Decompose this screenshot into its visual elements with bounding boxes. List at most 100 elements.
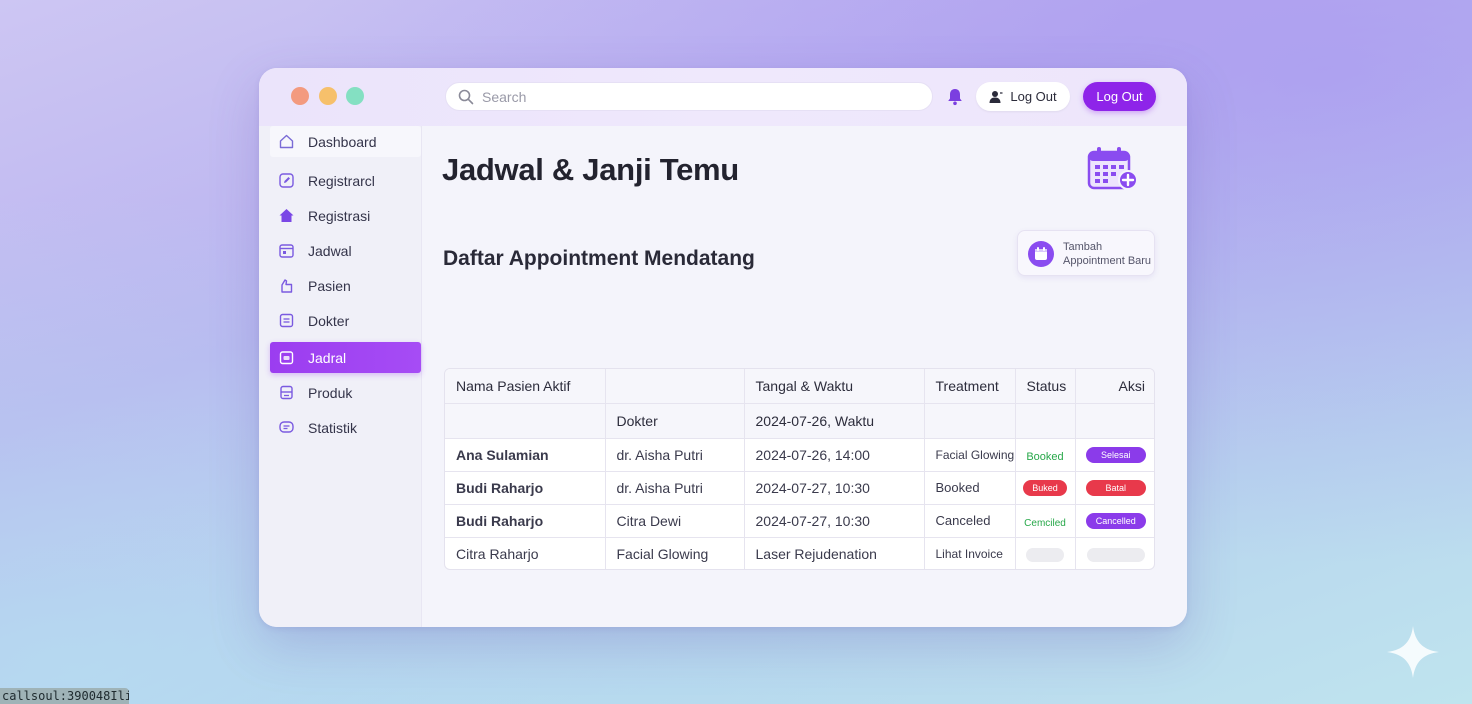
status-cell: Buked (1015, 471, 1076, 505)
action-cell (1075, 537, 1154, 569)
status-cell: Booked (1015, 438, 1076, 472)
subheader-cell (445, 403, 606, 439)
doctor-cell: dr. Aisha Putri (605, 471, 745, 505)
sidebar-item-pasien[interactable]: Pasien (270, 270, 421, 301)
column-header-empty (605, 369, 745, 404)
clipboard-icon (279, 313, 294, 328)
sidebar-item-label: Statistik (308, 419, 358, 436)
sidebar-item-statistik[interactable]: Statistik (270, 412, 421, 443)
sidebar-item-dashboard[interactable]: Dashboard (270, 126, 421, 157)
action-button[interactable]: Selesai (1085, 447, 1146, 464)
treatment-cell: Booked (924, 471, 1016, 505)
sidebar-item-jadral[interactable]: Jadral (270, 342, 421, 373)
doctor-cell: dr. Aisha Putri (605, 438, 745, 472)
sidebar-item-registrasi[interactable]: Registrasi (270, 200, 421, 231)
datetime-cell: Laser Rejudenation (744, 537, 925, 569)
calendar-icon (1028, 241, 1054, 267)
table-header-row: Nama Pasien Aktif Tangal & Waktu Treatme… (445, 369, 1154, 404)
chat-icon (279, 421, 294, 433)
table-row[interactable]: Ana Sulamian dr. Aisha Putri 2024-07-26,… (445, 438, 1154, 472)
sidebar-item-label: Produk (308, 384, 353, 401)
column-header-datetime: Tangal & Waktu (744, 369, 925, 404)
house-fill-icon (279, 209, 294, 222)
sidebar-item-label: Registrarcl (308, 172, 375, 189)
calendar-icon (279, 244, 294, 258)
bell-icon[interactable] (945, 87, 965, 107)
appointments-table: Nama Pasien Aktif Tangal & Waktu Treatme… (444, 368, 1155, 570)
caption-label: callsoul:390048Ilitur (0, 688, 129, 704)
user-icon (989, 90, 1003, 103)
logout-primary-button[interactable]: Log Out (1083, 82, 1156, 111)
sidebar-item-jadwal[interactable]: Jadwal (270, 235, 421, 266)
status-cell: Cemciled (1015, 504, 1076, 538)
sidebar-item-label: Pasien (308, 277, 351, 294)
subheader-cell (924, 403, 1016, 439)
doctor-cell: Citra Dewi (605, 504, 745, 538)
home-icon (279, 134, 294, 149)
app-window: Log Out Log Out Dashboard Registrarcl Re… (259, 68, 1187, 627)
box-icon (280, 385, 293, 400)
patient-name-cell: Budi Raharjo (445, 504, 606, 538)
search-icon (458, 89, 474, 104)
column-header-patient: Nama Pasien Aktif (445, 369, 606, 404)
sidebar-item-label: Jadwal (308, 242, 352, 259)
sidebar-item-produk[interactable]: Produk (270, 377, 421, 408)
invoice-link[interactable]: Lihat Invoice (924, 537, 1016, 569)
calendar-icon (279, 351, 294, 365)
doctor-cell: Facial Glowing (605, 537, 745, 569)
action-placeholder (1086, 547, 1145, 562)
sidebar-item-registrarcl[interactable]: Registrarcl (270, 165, 421, 196)
table-subheader-row: Dokter 2024-07-26, Waktu (445, 403, 1154, 439)
status-badge: Buked (1023, 480, 1067, 497)
column-header-action: Aksi (1075, 369, 1154, 404)
logout-secondary-label: Log Out (1010, 89, 1057, 104)
subheader-cell (1075, 403, 1154, 439)
close-window-dot[interactable] (291, 87, 309, 105)
status-placeholder (1026, 547, 1064, 562)
patient-name-cell: Citra Raharjo (445, 537, 606, 569)
column-header-treatment: Treatment (924, 369, 1016, 404)
calendar-add-icon (1087, 147, 1138, 190)
sidebar-item-label: Jadral (308, 349, 347, 366)
subheader-datetime: 2024-07-26, Waktu (744, 403, 925, 439)
sidebar: Dashboard Registrarcl Registrasi Jadwal … (259, 126, 422, 627)
add-appointment-label: Tambah Appointment Baru (1063, 241, 1152, 267)
hand-icon (281, 279, 293, 293)
action-button[interactable]: Cancelled (1085, 513, 1146, 530)
datetime-cell: 2024-07-27, 10:30 (744, 471, 925, 505)
logout-secondary-button[interactable]: Log Out (976, 82, 1070, 111)
table-row[interactable]: Citra Raharjo Facial Glowing Laser Rejud… (445, 537, 1154, 569)
action-cell: Batal (1075, 471, 1154, 505)
datetime-cell: 2024-07-26, 14:00 (744, 438, 925, 472)
table-row[interactable]: Budi Raharjo Citra Dewi 2024-07-27, 10:3… (445, 504, 1154, 538)
sparkle-icon (1387, 626, 1439, 678)
maximize-window-dot[interactable] (346, 87, 364, 105)
edit-icon (279, 173, 294, 188)
treatment-cell: Canceled (924, 504, 1016, 538)
subheader-cell (1015, 403, 1076, 439)
sidebar-item-label: Dokter (308, 312, 350, 329)
table-row[interactable]: Budi Raharjo dr. Aisha Putri 2024-07-27,… (445, 471, 1154, 505)
action-cell: Selesai (1075, 438, 1154, 472)
status-badge: Cemciled (1024, 517, 1066, 529)
main-content: Jadwal & Janji Temu Daftar Appointment M… (422, 126, 1187, 627)
datetime-cell: 2024-07-27, 10:30 (744, 504, 925, 538)
add-appointment-button[interactable]: Tambah Appointment Baru (1017, 230, 1155, 276)
patient-name-cell: Budi Raharjo (445, 471, 606, 505)
minimize-window-dot[interactable] (319, 87, 337, 105)
column-header-status: Status (1015, 369, 1076, 404)
search-input[interactable] (482, 88, 902, 105)
patient-name-cell: Ana Sulamian (445, 438, 606, 472)
sidebar-item-label: Dashboard (308, 133, 377, 150)
section-title: Daftar Appointment Mendatang (443, 247, 755, 270)
search-bar[interactable] (445, 82, 933, 111)
page-title: Jadwal & Janji Temu (442, 152, 739, 187)
title-bar: Log Out Log Out (259, 68, 1187, 126)
subheader-doctor: Dokter (605, 403, 745, 439)
treatment-cell: Facial Glowing (924, 438, 1016, 472)
sidebar-item-label: Registrasi (308, 207, 371, 224)
sidebar-item-dokter[interactable]: Dokter (270, 305, 421, 336)
logout-primary-label: Log Out (1096, 89, 1143, 104)
action-button[interactable]: Batal (1085, 480, 1146, 497)
status-cell (1015, 537, 1076, 569)
